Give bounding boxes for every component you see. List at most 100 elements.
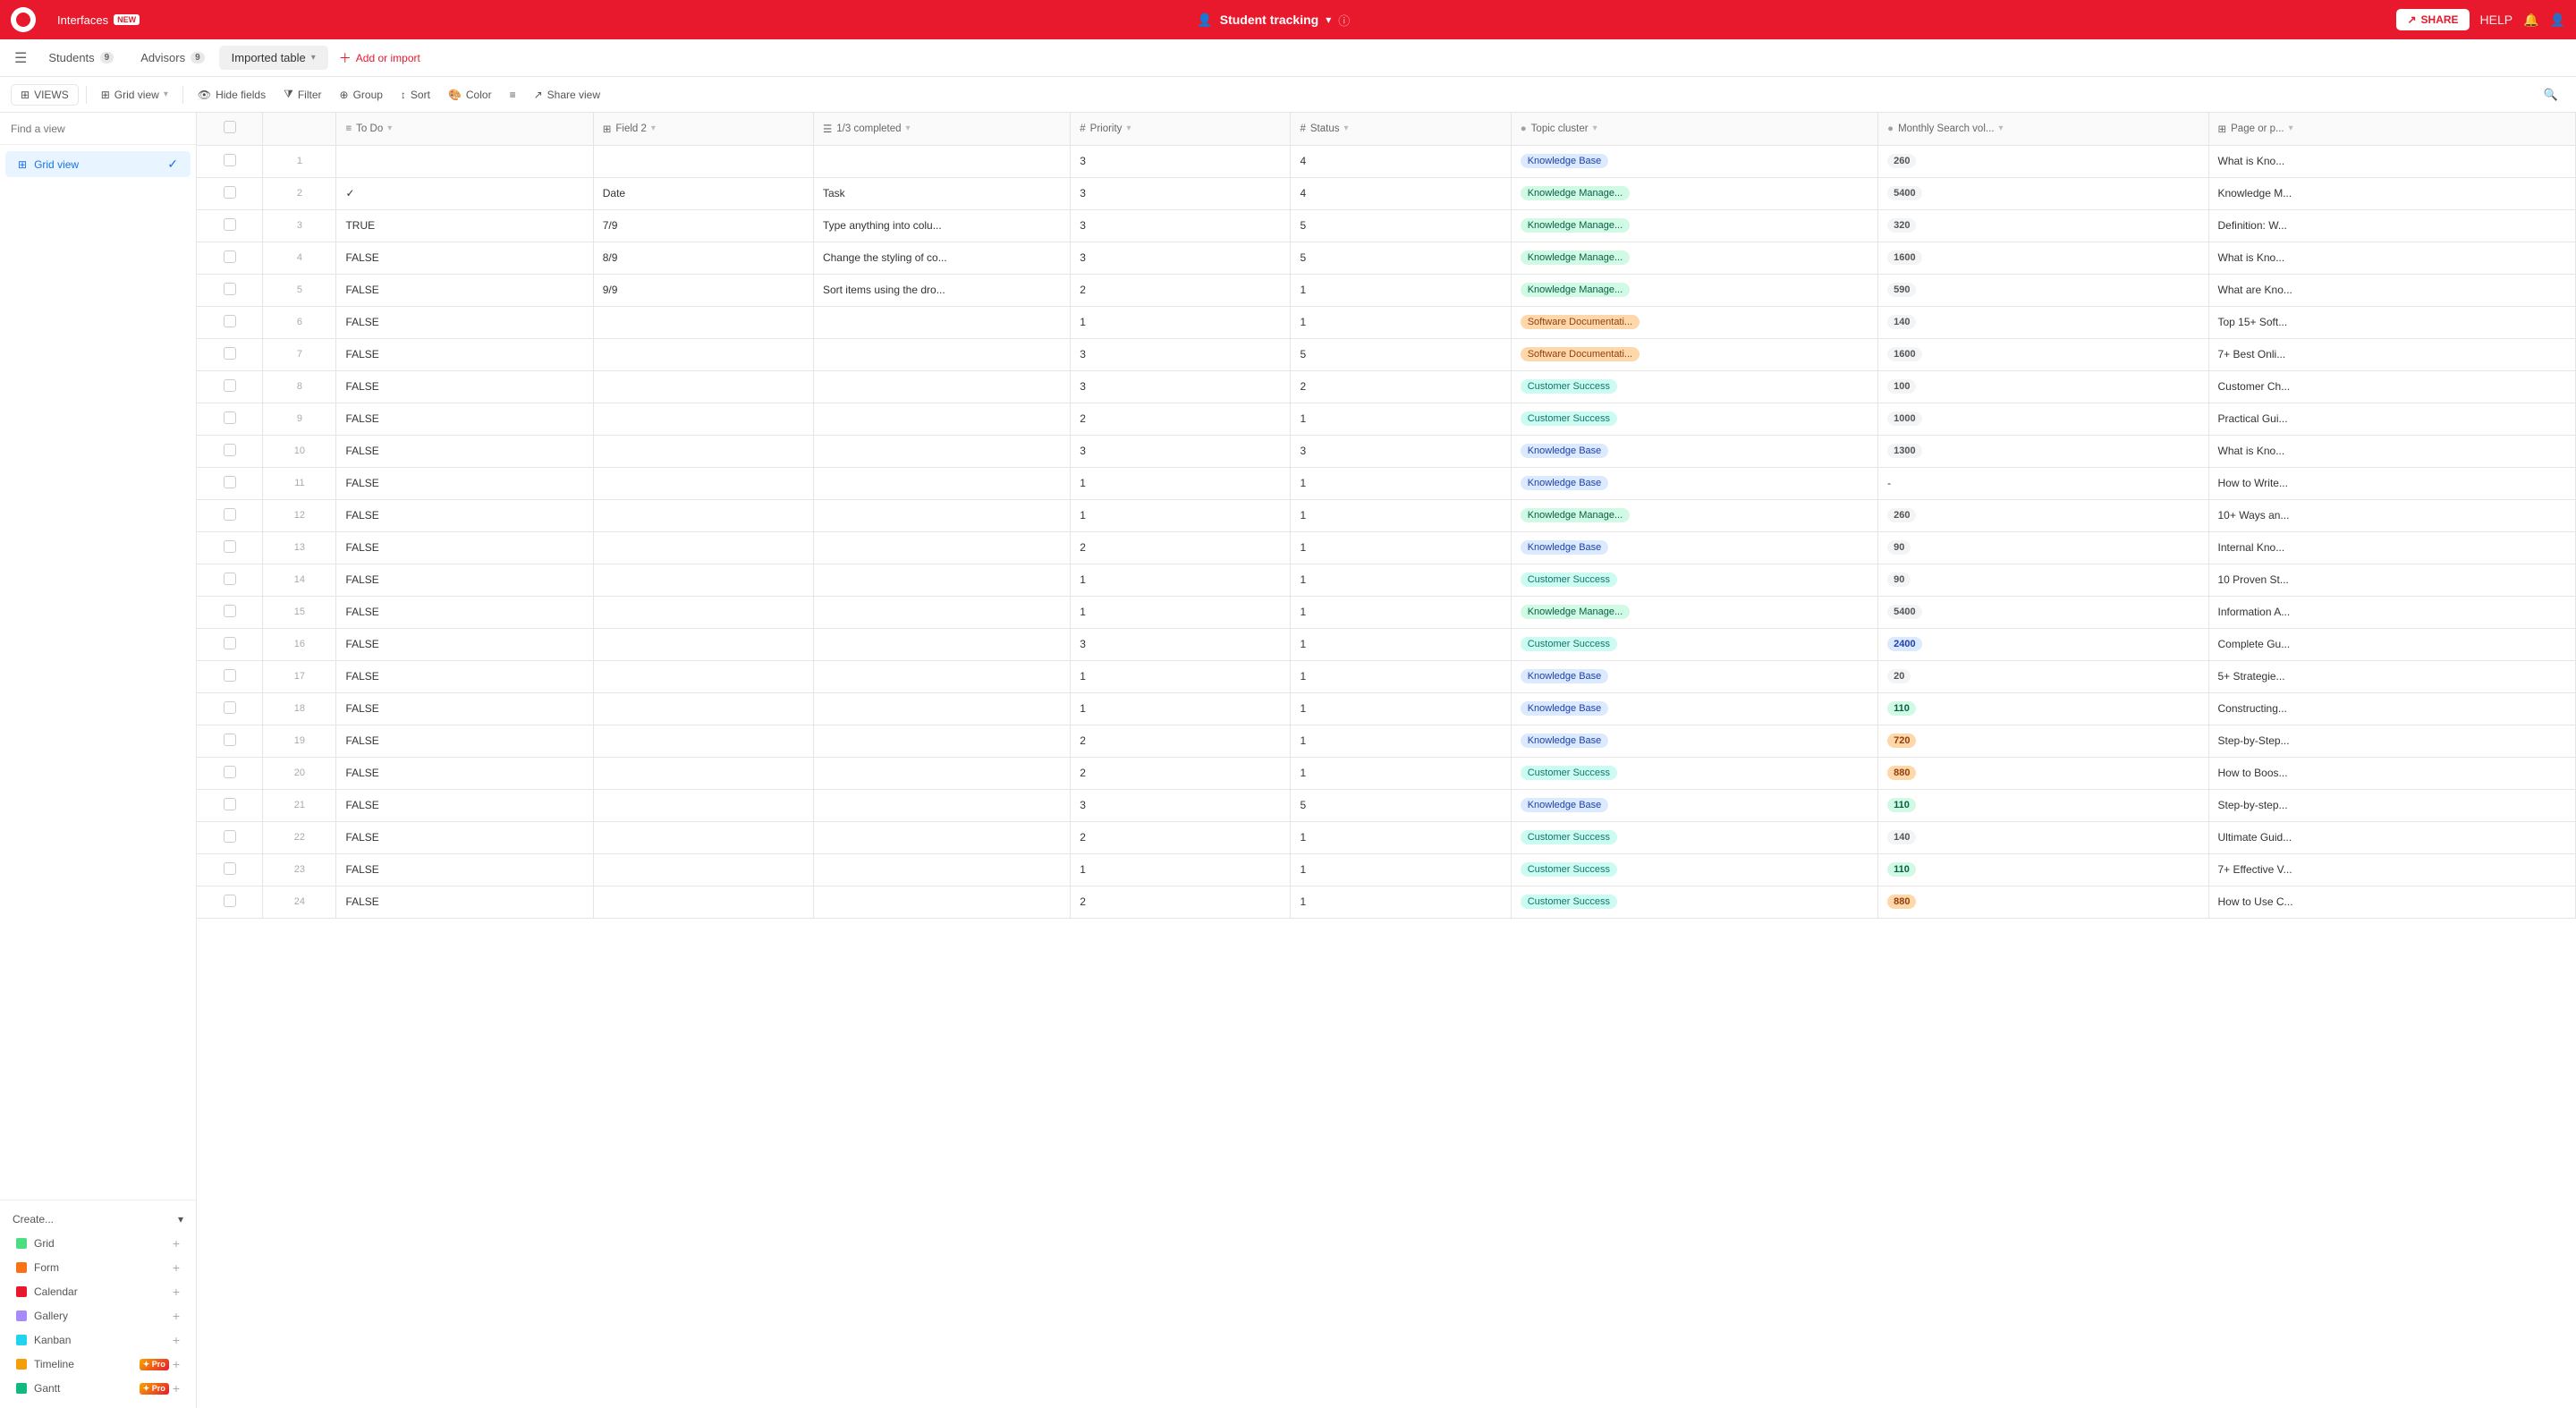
row-search[interactable]: -	[1878, 467, 2208, 499]
row-checkbox[interactable]	[224, 444, 236, 456]
row-checkbox[interactable]	[224, 411, 236, 424]
sort-button[interactable]: ↕ Sort	[394, 85, 437, 105]
table-row[interactable]: 19 FALSE 2 1 Knowledge Base 720 Step-by-…	[197, 725, 2576, 757]
row-priority[interactable]: 3	[1071, 209, 1291, 242]
row-field2[interactable]	[593, 467, 813, 499]
row-search[interactable]: 320	[1878, 209, 2208, 242]
create-gantt-item[interactable]: Gantt ✦ Pro +	[4, 1377, 192, 1400]
row-priority[interactable]: 3	[1071, 628, 1291, 660]
col-header-search[interactable]: ● Monthly Search vol... ▾	[1878, 113, 2208, 145]
row-search[interactable]: 110	[1878, 692, 2208, 725]
row-checkbox-cell[interactable]	[197, 725, 263, 757]
grid-view-button[interactable]: ⊞ Grid view ▾	[94, 85, 175, 105]
row-page[interactable]: Step-by-Step...	[2208, 725, 2576, 757]
row-status[interactable]: 1	[1291, 499, 1511, 531]
row-page[interactable]: 7+ Best Onli...	[2208, 338, 2576, 370]
row-topic[interactable]: Knowledge Manage...	[1511, 499, 1877, 531]
row-field2[interactable]	[593, 403, 813, 435]
row-checkbox-cell[interactable]	[197, 660, 263, 692]
tab-imported[interactable]: Imported table ▾	[219, 46, 328, 70]
row-priority[interactable]: 3	[1071, 145, 1291, 177]
views-button[interactable]: ⊞ VIEWS	[11, 84, 79, 106]
row-checkbox[interactable]	[224, 895, 236, 907]
table-row[interactable]: 1 3 4 Knowledge Base 260 What is Kno...	[197, 145, 2576, 177]
field2-sort-icon[interactable]: ▾	[651, 123, 656, 133]
todo-sort-icon[interactable]: ▾	[387, 123, 392, 133]
status-sort-icon[interactable]: ▾	[1344, 123, 1349, 133]
row-field2[interactable]	[593, 435, 813, 467]
row-completed[interactable]	[813, 596, 1070, 628]
create-timeline-item[interactable]: Timeline ✦ Pro +	[4, 1353, 192, 1376]
row-checkbox-cell[interactable]	[197, 467, 263, 499]
row-priority[interactable]: 3	[1071, 435, 1291, 467]
row-page[interactable]: 10+ Ways an...	[2208, 499, 2576, 531]
row-page[interactable]: What is Kno...	[2208, 145, 2576, 177]
col-header-field2[interactable]: ⊞ Field 2 ▾	[593, 113, 813, 145]
row-checkbox[interactable]	[224, 476, 236, 488]
table-row[interactable]: 10 FALSE 3 3 Knowledge Base 1300 What is…	[197, 435, 2576, 467]
row-checkbox-cell[interactable]	[197, 821, 263, 853]
row-page[interactable]: Top 15+ Soft...	[2208, 306, 2576, 338]
row-status[interactable]: 4	[1291, 177, 1511, 209]
row-topic[interactable]: Customer Success	[1511, 821, 1877, 853]
filter-button[interactable]: ⧩ Filter	[276, 84, 328, 105]
grid-view-dropdown[interactable]: ▾	[164, 89, 168, 99]
color-button[interactable]: 🎨 Color	[441, 85, 499, 105]
row-page[interactable]: Complete Gu...	[2208, 628, 2576, 660]
share-view-button[interactable]: ↗ Share view	[527, 85, 607, 105]
row-completed[interactable]: Sort items using the dro...	[813, 274, 1070, 306]
table-row[interactable]: 21 FALSE 3 5 Knowledge Base 110 Step-by-…	[197, 789, 2576, 821]
row-checkbox[interactable]	[224, 798, 236, 810]
row-completed[interactable]	[813, 660, 1070, 692]
row-todo[interactable]: FALSE	[336, 886, 593, 918]
row-completed[interactable]	[813, 338, 1070, 370]
row-checkbox[interactable]	[224, 379, 236, 392]
gallery-plus-icon[interactable]: +	[173, 1309, 180, 1323]
row-field2[interactable]: Date	[593, 177, 813, 209]
hamburger-button[interactable]: ☰	[7, 44, 34, 72]
row-priority[interactable]: 2	[1071, 886, 1291, 918]
row-topic[interactable]: Knowledge Base	[1511, 435, 1877, 467]
row-checkbox[interactable]	[224, 540, 236, 553]
row-search[interactable]: 100	[1878, 370, 2208, 403]
form-plus-icon[interactable]: +	[173, 1260, 180, 1275]
topic-sort-icon[interactable]: ▾	[1593, 123, 1597, 133]
row-search[interactable]: 590	[1878, 274, 2208, 306]
row-completed[interactable]	[813, 789, 1070, 821]
row-field2[interactable]: 9/9	[593, 274, 813, 306]
row-status[interactable]: 1	[1291, 692, 1511, 725]
tab-advisors[interactable]: Advisors 9	[128, 46, 216, 70]
col-header-todo[interactable]: ≡ To Do ▾	[336, 113, 593, 145]
row-priority[interactable]: 2	[1071, 403, 1291, 435]
table-row[interactable]: 8 FALSE 3 2 Customer Success 100 Custome…	[197, 370, 2576, 403]
row-priority[interactable]: 2	[1071, 757, 1291, 789]
create-kanban-item[interactable]: Kanban +	[4, 1328, 192, 1352]
row-status[interactable]: 1	[1291, 725, 1511, 757]
row-status[interactable]: 1	[1291, 757, 1511, 789]
row-priority[interactable]: 2	[1071, 821, 1291, 853]
row-field2[interactable]	[593, 789, 813, 821]
row-completed[interactable]	[813, 499, 1070, 531]
help-label[interactable]: HELP	[2480, 13, 2513, 27]
row-topic[interactable]: Knowledge Base	[1511, 789, 1877, 821]
row-checkbox[interactable]	[224, 669, 236, 682]
row-topic[interactable]: Software Documentati...	[1511, 306, 1877, 338]
create-section[interactable]: Create... ▾	[0, 1208, 196, 1231]
row-page[interactable]: Information A...	[2208, 596, 2576, 628]
row-search[interactable]: 1600	[1878, 242, 2208, 274]
row-status[interactable]: 1	[1291, 274, 1511, 306]
row-field2[interactable]	[593, 338, 813, 370]
row-page[interactable]: What is Kno...	[2208, 242, 2576, 274]
row-topic[interactable]: Knowledge Manage...	[1511, 242, 1877, 274]
row-status[interactable]: 5	[1291, 338, 1511, 370]
row-status[interactable]: 1	[1291, 531, 1511, 564]
table-row[interactable]: 2 ✓ Date Task 3 4 Knowledge Manage... 54…	[197, 177, 2576, 209]
row-todo[interactable]: FALSE	[336, 274, 593, 306]
row-page[interactable]: How to Write...	[2208, 467, 2576, 499]
table-row[interactable]: 9 FALSE 2 1 Customer Success 1000 Practi…	[197, 403, 2576, 435]
row-checkbox-cell[interactable]	[197, 403, 263, 435]
row-status[interactable]: 1	[1291, 467, 1511, 499]
row-page[interactable]: Ultimate Guid...	[2208, 821, 2576, 853]
row-search[interactable]: 140	[1878, 306, 2208, 338]
row-field2[interactable]	[593, 531, 813, 564]
